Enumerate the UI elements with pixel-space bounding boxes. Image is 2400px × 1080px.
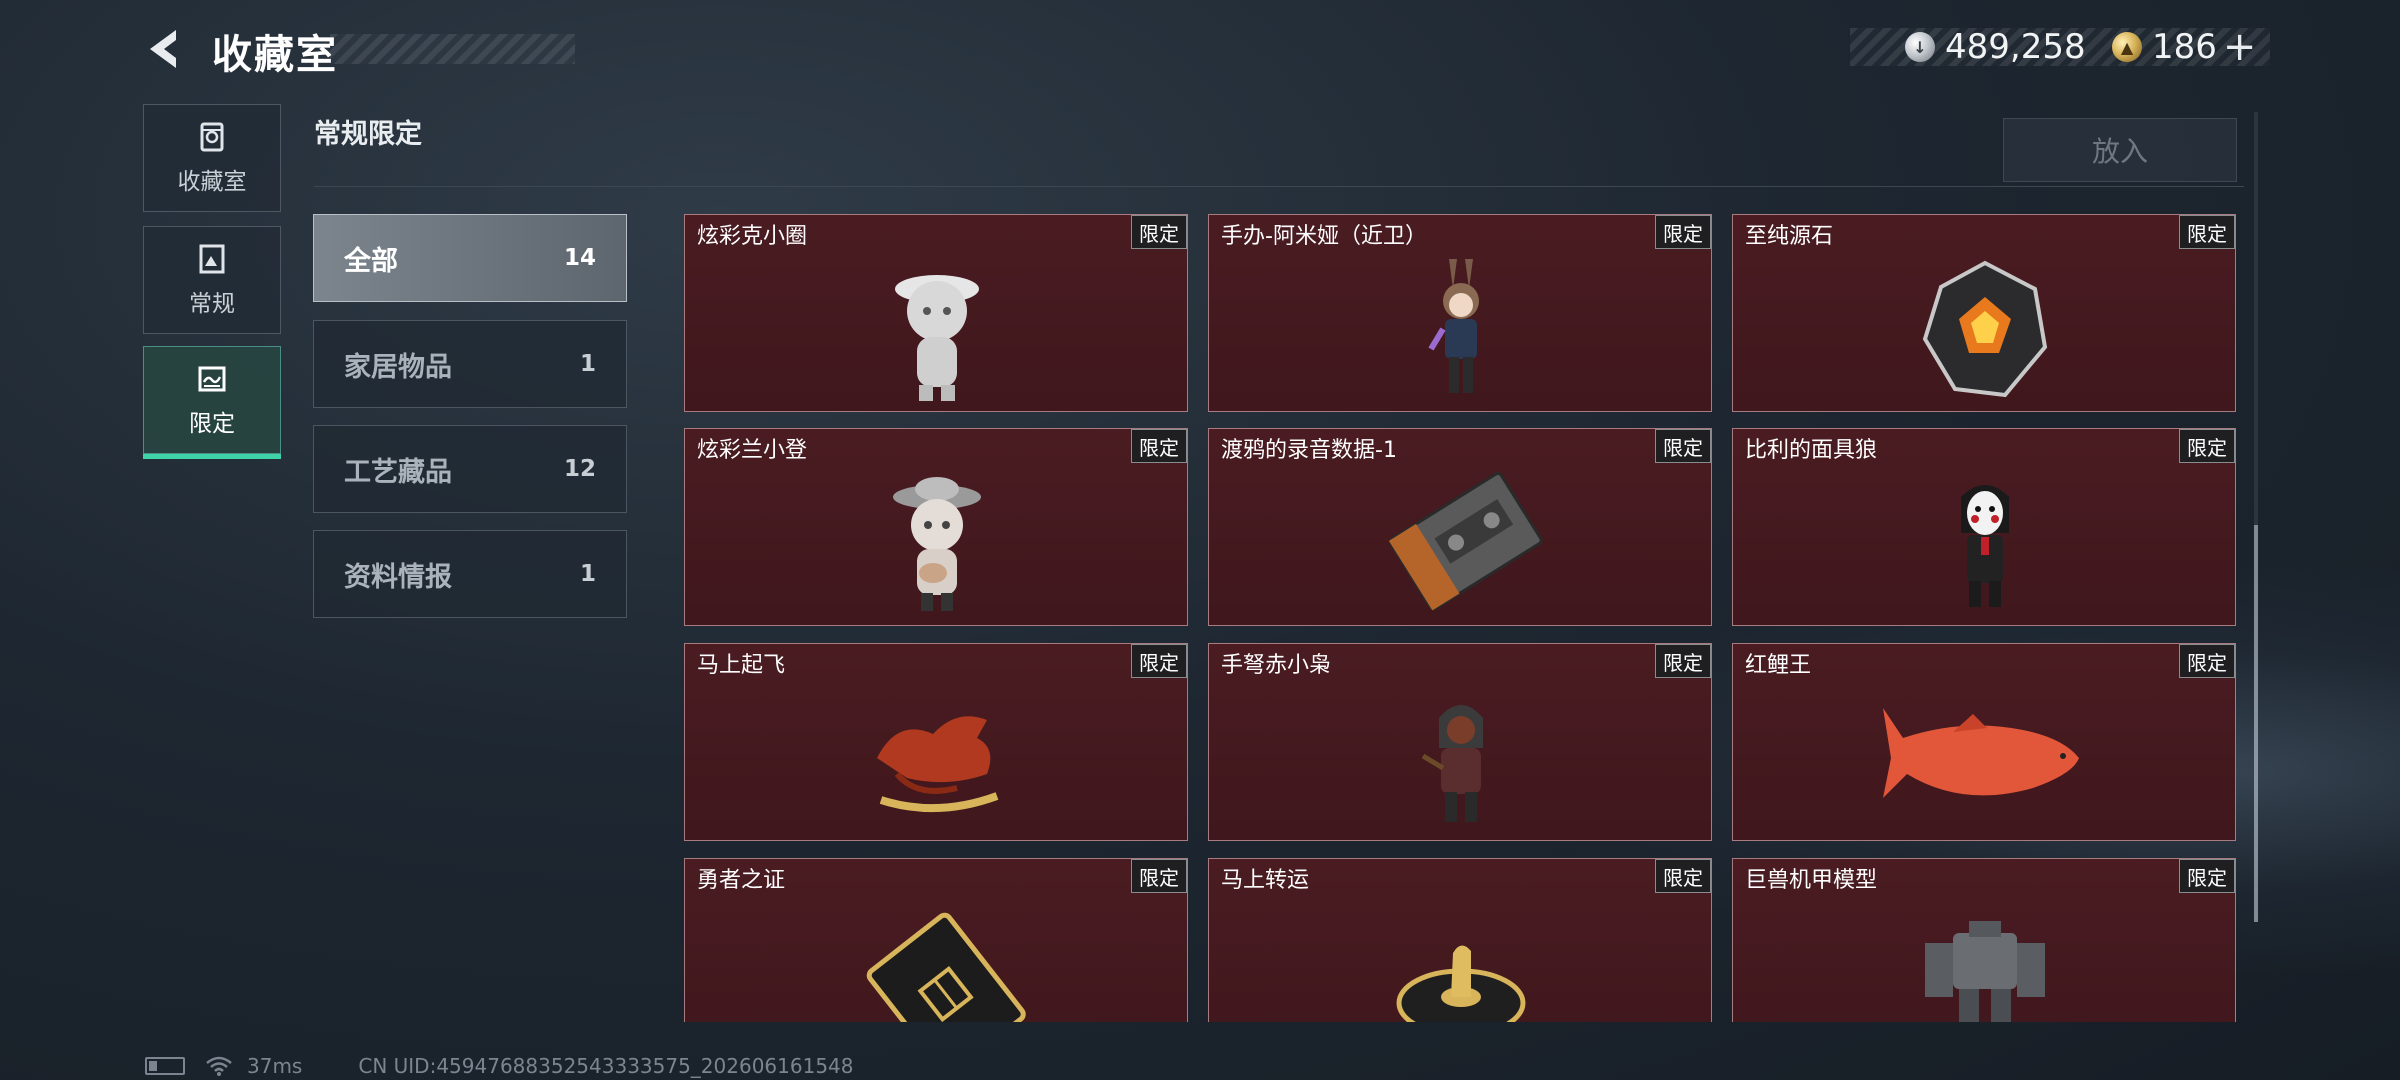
item-card[interactable]: 巨兽机甲模型 限定 [1732,858,2236,1022]
cassette-icon [1388,471,1543,611]
item-card[interactable]: 比利的面具狼 限定 [1732,428,2236,626]
category-label: 工艺藏品 [344,456,452,488]
currency-gold: ▲ 186 + [2112,24,2256,70]
item-name: 马上起飞 [697,653,786,678]
category-intel[interactable]: 资料情报 1 [313,530,627,618]
add-currency-button[interactable]: + [2223,27,2257,67]
back-button[interactable] [140,24,190,74]
limited-tag: 限定 [2179,215,2235,249]
currency-gold-value: 186 [2152,27,2217,67]
nav-item-regular[interactable]: 常规 [143,226,281,334]
limited-icon [198,366,226,392]
item-name: 至纯源石 [1745,224,1834,249]
item-card[interactable]: 炫彩克小圈 限定 [684,214,1188,412]
item-name: 手办-阿米娅（近卫） [1221,224,1427,249]
item-name: 马上转运 [1221,868,1310,893]
item-card[interactable]: 马上转运 限定 [1208,858,1712,1022]
currency-silver: ↓ 489,258 [1905,24,2086,70]
item-card[interactable]: 红鲤王 限定 [1732,643,2236,841]
back-arrow-icon [150,30,176,68]
crystal-icon [1922,260,2048,398]
nav-label: 收藏室 [177,169,247,195]
category-count: 1 [579,351,596,377]
item-card[interactable]: 炫彩兰小登 限定 [684,428,1188,626]
item-name: 红鲤王 [1745,653,1812,678]
figurine-white-icon [895,275,979,401]
limited-tag: 限定 [1131,429,1187,463]
title-decoration [330,34,575,64]
figurine-sombrero-icon [893,477,981,611]
currency-silver-value: 489,258 [1945,27,2086,67]
section-title: 常规限定 [314,119,422,150]
item-card[interactable]: 马上起飞 限定 [684,643,1188,841]
battery-icon [145,1057,185,1075]
vault-icon [200,122,224,152]
item-name: 巨兽机甲模型 [1745,868,1878,893]
ping-value: 37ms [247,1054,303,1078]
item-card[interactable]: 手办-阿米娅（近卫） 限定 [1208,214,1712,412]
card-icon [866,912,1026,1022]
regular-icon [199,244,225,274]
uid-text: CN UID:45947688352543333575_202606161548 [358,1054,854,1078]
koi-fish-icon [1883,708,2079,798]
limited-tag: 限定 [2179,859,2235,893]
silver-coin-icon: ↓ [1905,32,1935,62]
item-name: 炫彩兰小登 [697,438,808,463]
horse-icon [877,716,999,813]
limited-tag: 限定 [1131,215,1187,249]
category-all[interactable]: 全部 14 [313,214,627,302]
item-name: 比利的面具狼 [1745,438,1878,463]
mech-icon [1925,921,2045,1022]
hooded-figure-icon [1421,705,1483,822]
horse-wheel-icon [1396,945,1526,1022]
item-name: 勇者之证 [697,868,786,893]
nav-item-limited[interactable]: 限定 [143,346,281,459]
item-name: 渡鸦的录音数据-1 [1221,438,1397,463]
limited-tag: 限定 [1655,215,1711,249]
category-home[interactable]: 家居物品 1 [313,320,627,408]
category-count: 1 [579,561,596,587]
category-crafts[interactable]: 工艺藏品 12 [313,425,627,513]
limited-tag: 限定 [1655,644,1711,678]
limited-tag: 限定 [1655,429,1711,463]
category-label: 全部 [344,245,398,277]
limited-tag: 限定 [1131,644,1187,678]
category-label: 家居物品 [344,351,452,383]
put-in-button[interactable]: 放入 [2003,118,2237,182]
category-count: 12 [563,456,596,482]
figurine-amiya-icon [1428,259,1479,393]
limited-tag: 限定 [1655,859,1711,893]
item-card[interactable]: 至纯源石 限定 [1732,214,2236,412]
limited-tag: 限定 [2179,429,2235,463]
item-grid: 炫彩克小圈 限定 手办-阿米娅（近卫） 限定 至纯源石 限定 炫彩兰小登 限定 … [684,214,2238,1022]
puppet-icon [1961,485,2009,607]
wifi-icon [206,1056,232,1076]
item-name: 炫彩克小圈 [697,224,808,249]
nav-item-vault[interactable]: 收藏室 [143,104,281,212]
item-card[interactable]: 渡鸦的录音数据-1 限定 [1208,428,1712,626]
status-bar: 37ms CN UID:45947688352543333575_2026061… [145,1054,854,1078]
scrollbar-thumb[interactable] [2254,525,2258,922]
limited-tag: 限定 [2179,644,2235,678]
item-name: 手弩赤小枭 [1221,653,1332,678]
category-label: 资料情报 [344,561,452,593]
item-card[interactable]: 手弩赤小枭 限定 [1208,643,1712,841]
limited-tag: 限定 [1131,859,1187,893]
category-count: 14 [563,245,596,271]
item-card[interactable]: 勇者之证 限定 [684,858,1188,1022]
nav-label: 常规 [189,291,235,317]
nav-label: 限定 [189,411,235,437]
gold-coin-icon: ▲ [2112,32,2142,62]
divider [314,186,2244,187]
page-title: 收藏室 [212,32,338,78]
